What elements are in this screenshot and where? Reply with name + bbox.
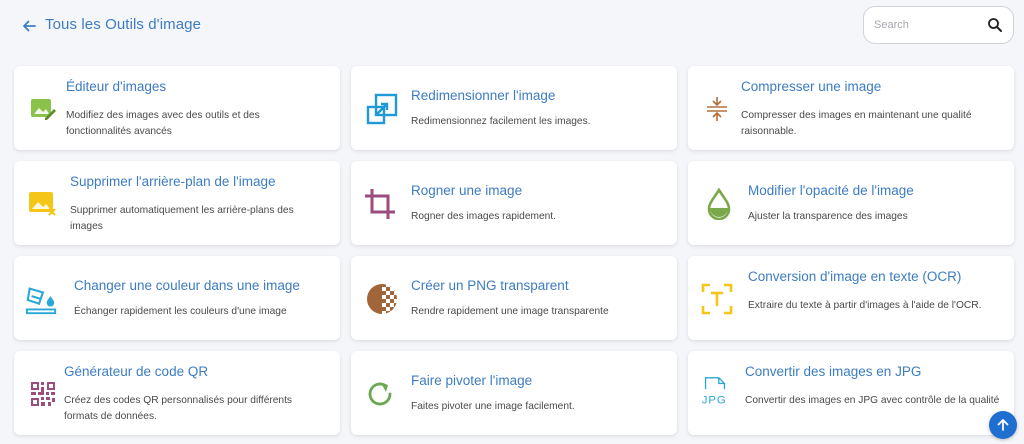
tool-card-convert-jpg[interactable]: JPG Convertir des images en JPG Converti… <box>688 351 1014 435</box>
tool-description: Faites pivoter une image facilement. <box>411 401 575 412</box>
tool-description: Ajuster la transparence des images <box>748 211 908 222</box>
tool-description: Supprimer automatiquement les arrière-pl… <box>70 205 294 232</box>
tool-description: Rogner des images rapidement. <box>411 211 556 222</box>
tool-title: Rogner une image <box>411 183 523 198</box>
tool-title: Redimensionner l'image <box>411 88 556 103</box>
tool-card-crop[interactable]: Rogner une image Rogner des images rapid… <box>351 161 677 245</box>
tool-card-compress[interactable]: Compresser une image Compresser des imag… <box>688 66 1014 150</box>
tool-title: Compresser une image <box>741 79 882 94</box>
back-arrow-icon[interactable] <box>18 15 40 37</box>
tool-title: Créer un PNG transparent <box>411 278 569 293</box>
tool-title: Convertir des images en JPG <box>745 364 922 379</box>
tool-card-rotate[interactable]: Faire pivoter l'image Faites pivoter une… <box>351 351 677 435</box>
tool-card-ocr[interactable]: Conversion d'image en texte (OCR) Extrai… <box>688 256 1014 340</box>
search-box <box>863 6 1014 44</box>
arrow-up-icon <box>997 419 1009 431</box>
qr-code-icon <box>26 377 60 411</box>
color-change-icon <box>24 282 58 316</box>
tool-card-image-editor[interactable]: Éditeur d'images Modifiez des images ave… <box>14 66 340 150</box>
tool-description: Rendre rapidement une image transparente <box>411 306 609 317</box>
tool-title: Modifier l'opacité de l'image <box>748 183 914 198</box>
tool-description: Créez des codes QR personnalisés pour di… <box>64 395 293 422</box>
page-title: Tous les Outils d'image <box>45 16 202 33</box>
resize-icon <box>365 92 399 126</box>
tool-title: Conversion d'image en texte (OCR) <box>748 269 962 284</box>
tool-description: Échanger rapidement les couleurs d'une i… <box>74 306 287 317</box>
tool-title: Faire pivoter l'image <box>411 373 533 388</box>
image-edit-icon <box>26 92 60 126</box>
tool-description: Convertir des images en JPG avec contrôl… <box>745 395 1000 406</box>
tool-description: Extraire du texte à partir d'images à l'… <box>748 300 982 311</box>
tool-card-opacity[interactable]: Modifier l'opacité de l'image Ajuster la… <box>688 161 1014 245</box>
jpg-file-icon: JPG <box>698 375 732 409</box>
scroll-to-top-button[interactable] <box>989 411 1017 439</box>
tool-card-change-color[interactable]: Changer une couleur dans une image Échan… <box>14 256 340 340</box>
page-header: Tous les Outils d'image <box>0 0 1024 56</box>
tool-card-qr-generator[interactable]: Générateur de code QR Créez des codes QR… <box>14 351 340 435</box>
tool-title: Éditeur d'images <box>66 79 167 94</box>
opacity-drop-icon <box>702 187 736 221</box>
tool-title: Générateur de code QR <box>64 364 209 379</box>
compress-icon <box>700 92 734 126</box>
search-input[interactable] <box>874 19 984 31</box>
tool-card-remove-background[interactable]: Supprimer l'arrière-plan de l'image Supp… <box>14 161 340 245</box>
tool-description: Redimensionnez facilement les images. <box>411 116 591 127</box>
remove-background-icon <box>26 187 60 221</box>
rotate-icon <box>363 377 397 411</box>
tool-title: Supprimer l'arrière-plan de l'image <box>70 174 276 189</box>
ocr-text-icon <box>700 282 734 316</box>
svg-text:JPG: JPG <box>702 394 727 406</box>
tool-description: Compresser des images en maintenant une … <box>741 110 972 137</box>
crop-icon <box>363 187 397 221</box>
tool-description: Modifiez des images avec des outils et d… <box>66 110 260 137</box>
tool-title: Changer une couleur dans une image <box>74 278 300 293</box>
tool-card-resize[interactable]: Redimensionner l'image Redimensionnez fa… <box>351 66 677 150</box>
tool-card-transparent-png[interactable]: Créer un PNG transparent Rendre rapideme… <box>351 256 677 340</box>
transparent-png-icon <box>365 282 399 316</box>
search-icon[interactable] <box>987 17 1003 33</box>
